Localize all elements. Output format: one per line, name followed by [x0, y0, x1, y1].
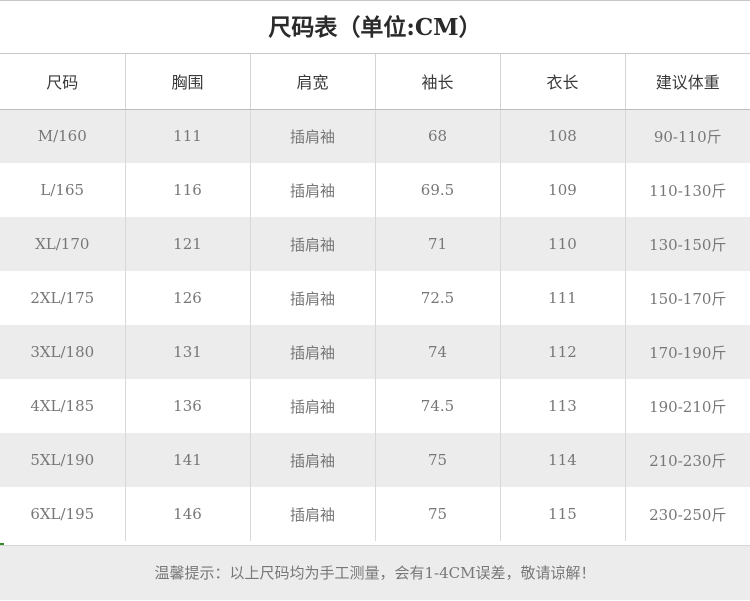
- cell-chest: 111: [125, 109, 251, 163]
- cell-size: 6XL/195: [0, 487, 126, 541]
- cell-sleeve: 72.5: [375, 271, 501, 325]
- cell-size: 2XL/175: [0, 271, 126, 325]
- header-sleeve: 袖长: [375, 54, 501, 110]
- table-row: 5XL/190 141 插肩袖 75 114 210-230斤: [0, 433, 750, 487]
- cell-size: L/165: [0, 163, 126, 217]
- header-length: 衣长: [500, 54, 626, 110]
- cell-weight: 90-110斤: [625, 109, 750, 163]
- size-table-header: 尺码 胸围 肩宽 袖长 衣长 建议体重: [0, 54, 750, 110]
- cell-sleeve: 75: [375, 487, 501, 541]
- cell-length: 114: [500, 433, 626, 487]
- header-size: 尺码: [0, 54, 126, 110]
- cell-shoulder: 插肩袖: [250, 379, 376, 433]
- cell-weight: 130-150斤: [625, 217, 750, 271]
- cell-shoulder: 插肩袖: [250, 271, 376, 325]
- cell-size: 4XL/185: [0, 379, 126, 433]
- cell-length: 110: [500, 217, 626, 271]
- cell-sleeve: 69.5: [375, 163, 501, 217]
- cell-length: 112: [500, 325, 626, 379]
- cell-shoulder: 插肩袖: [250, 163, 376, 217]
- table-row: M/160 111 插肩袖 68 108 90-110斤: [0, 109, 750, 163]
- header-row: 尺码 胸围 肩宽 袖长 衣长 建议体重: [0, 54, 750, 110]
- cell-weight: 150-170斤: [625, 271, 750, 325]
- cell-weight: 230-250斤: [625, 487, 750, 541]
- cell-sleeve: 74: [375, 325, 501, 379]
- cell-chest: 121: [125, 217, 251, 271]
- cell-size: M/160: [0, 109, 126, 163]
- table-row: 4XL/185 136 插肩袖 74.5 113 190-210斤: [0, 379, 750, 433]
- cell-length: 108: [500, 109, 626, 163]
- cell-chest: 116: [125, 163, 251, 217]
- size-table-body: M/160 111 插肩袖 68 108 90-110斤 L/165 116 插…: [0, 109, 750, 541]
- cell-shoulder: 插肩袖: [250, 433, 376, 487]
- cell-chest: 146: [125, 487, 251, 541]
- cell-length: 113: [500, 379, 626, 433]
- cell-length: 115: [500, 487, 626, 541]
- cell-shoulder: 插肩袖: [250, 325, 376, 379]
- header-weight: 建议体重: [625, 54, 750, 110]
- size-chart-title: 尺码表（单位:CM）: [0, 0, 750, 54]
- cell-shoulder: 插肩袖: [250, 109, 376, 163]
- table-row: 6XL/195 146 插肩袖 75 115 230-250斤: [0, 487, 750, 541]
- cell-chest: 141: [125, 433, 251, 487]
- cell-weight: 210-230斤: [625, 433, 750, 487]
- cell-chest: 131: [125, 325, 251, 379]
- cell-size: XL/170: [0, 217, 126, 271]
- table-row: L/165 116 插肩袖 69.5 109 110-130斤: [0, 163, 750, 217]
- cell-shoulder: 插肩袖: [250, 487, 376, 541]
- header-chest: 胸围: [125, 54, 251, 110]
- cell-sleeve: 68: [375, 109, 501, 163]
- cell-length: 111: [500, 271, 626, 325]
- table-row: XL/170 121 插肩袖 71 110 130-150斤: [0, 217, 750, 271]
- cell-shoulder: 插肩袖: [250, 217, 376, 271]
- table-row: 2XL/175 126 插肩袖 72.5 111 150-170斤: [0, 271, 750, 325]
- header-shoulder: 肩宽: [250, 54, 376, 110]
- cell-weight: 170-190斤: [625, 325, 750, 379]
- cell-size: 3XL/180: [0, 325, 126, 379]
- cell-length: 109: [500, 163, 626, 217]
- cell-sleeve: 71: [375, 217, 501, 271]
- cell-sleeve: 74.5: [375, 379, 501, 433]
- cell-weight: 110-130斤: [625, 163, 750, 217]
- measurement-note: 温馨提示：以上尺码均为手工测量，会有1-4CM误差，敬请谅解！: [0, 545, 750, 600]
- cell-weight: 190-210斤: [625, 379, 750, 433]
- table-row: 3XL/180 131 插肩袖 74 112 170-190斤: [0, 325, 750, 379]
- size-chart: 尺码表（单位:CM） 尺码 胸围 肩宽 袖长 衣长 建议体重 M/160 111…: [0, 0, 750, 600]
- cell-chest: 136: [125, 379, 251, 433]
- cell-sleeve: 75: [375, 433, 501, 487]
- cell-chest: 126: [125, 271, 251, 325]
- size-table: 尺码 胸围 肩宽 袖长 衣长 建议体重 M/160 111 插肩袖 68 108…: [0, 54, 750, 541]
- cell-size: 5XL/190: [0, 433, 126, 487]
